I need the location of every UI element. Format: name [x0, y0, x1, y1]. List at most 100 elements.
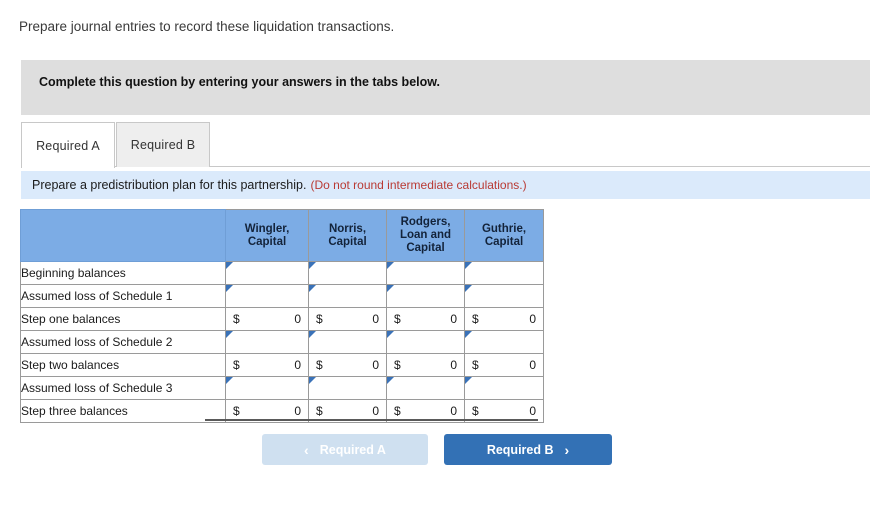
cell-marker-icon: [226, 262, 233, 269]
row-label: Step three balances: [20, 399, 226, 423]
table-row: Assumed loss of Schedule 1: [20, 284, 544, 308]
currency-symbol: $: [472, 404, 479, 418]
table-row: Step one balances $0 $0 $0 $0: [20, 307, 544, 331]
currency-symbol: $: [233, 404, 240, 418]
cell-value: 0: [529, 358, 536, 372]
cell-value: 0: [294, 312, 301, 326]
cell-value: 0: [372, 404, 379, 418]
requirement-text: Prepare a predistribution plan for this …: [32, 178, 307, 192]
answer-input-cell[interactable]: [225, 261, 309, 285]
currency-symbol: $: [394, 312, 401, 326]
answer-input-cell[interactable]: [464, 284, 544, 308]
cell-value: 0: [372, 312, 379, 326]
tab-required-b[interactable]: Required B: [116, 122, 210, 167]
requirement-bar: Prepare a predistribution plan for this …: [21, 171, 870, 199]
cell-marker-icon: [226, 285, 233, 292]
tab-required-b-label: Required B: [130, 138, 196, 152]
currency-symbol: $: [394, 358, 401, 372]
cell-value: 0: [529, 312, 536, 326]
currency-symbol: $: [472, 358, 479, 372]
computed-value-cell: $0: [464, 353, 544, 377]
currency-symbol: $: [233, 312, 240, 326]
table-row: Step two balances $0 $0 $0 $0: [20, 353, 544, 377]
cell-value: 0: [294, 404, 301, 418]
prev-required-a-button[interactable]: ‹ Required A: [262, 434, 428, 465]
next-required-b-button[interactable]: Required B ›: [444, 434, 612, 465]
table-header-norris: Norris, Capital: [308, 209, 387, 262]
computed-value-cell: $0: [308, 353, 387, 377]
next-button-label: Required B: [486, 442, 554, 457]
navigation-buttons: ‹ Required A Required B ›: [262, 434, 612, 465]
cell-marker-icon: [309, 331, 316, 338]
computed-value-cell: $0: [386, 307, 465, 331]
answer-input-cell[interactable]: [464, 330, 544, 354]
table-row: Assumed loss of Schedule 3: [20, 376, 544, 400]
cell-marker-icon: [226, 331, 233, 338]
row-label: Assumed loss of Schedule 3: [20, 376, 226, 400]
currency-symbol: $: [316, 404, 323, 418]
table-header-wingler: Wingler, Capital: [225, 209, 309, 262]
cell-marker-icon: [387, 262, 394, 269]
answer-input-cell[interactable]: [308, 261, 387, 285]
table-header-row: Wingler, Capital Norris, Capital Rodgers…: [20, 209, 544, 262]
tab-bar: Required A Required B: [0, 122, 870, 168]
answer-input-cell[interactable]: [386, 330, 465, 354]
table-head: Wingler, Capital Norris, Capital Rodgers…: [20, 209, 544, 262]
answer-input-cell[interactable]: [225, 330, 309, 354]
chevron-right-icon: ›: [564, 441, 570, 458]
row-label: Assumed loss of Schedule 2: [20, 330, 226, 354]
currency-symbol: $: [472, 312, 479, 326]
answer-table-container: Wingler, Capital Norris, Capital Rodgers…: [20, 209, 544, 423]
currency-symbol: $: [394, 404, 401, 418]
cell-marker-icon: [387, 377, 394, 384]
answer-input-cell[interactable]: [386, 261, 465, 285]
tab-required-a[interactable]: Required A: [21, 122, 115, 168]
cell-marker-icon: [465, 331, 472, 338]
cell-marker-icon: [309, 285, 316, 292]
computed-value-cell: $0: [225, 307, 309, 331]
currency-symbol: $: [316, 358, 323, 372]
answer-input-cell[interactable]: [464, 376, 544, 400]
cell-value: 0: [294, 358, 301, 372]
row-label: Step one balances: [20, 307, 226, 331]
cell-marker-icon: [387, 285, 394, 292]
requirement-note: (Do not round intermediate calculations.…: [310, 178, 527, 192]
tab-required-a-label: Required A: [36, 138, 100, 153]
table-header-rodgers: Rodgers, Loan and Capital: [386, 209, 465, 262]
cell-value: 0: [450, 404, 457, 418]
table-row: Assumed loss of Schedule 2: [20, 330, 544, 354]
cell-value: 0: [372, 358, 379, 372]
row-label: Assumed loss of Schedule 1: [20, 284, 226, 308]
currency-symbol: $: [316, 312, 323, 326]
answer-input-cell[interactable]: [308, 330, 387, 354]
answer-input-cell[interactable]: [386, 376, 465, 400]
computed-value-cell: $0: [386, 353, 465, 377]
answer-input-cell[interactable]: [225, 376, 309, 400]
table-row: Beginning balances: [20, 261, 544, 285]
instruction-callout: Complete this question by entering your …: [21, 60, 870, 115]
question-intro-text: Prepare journal entries to record these …: [19, 19, 395, 34]
answer-input-cell[interactable]: [386, 284, 465, 308]
row-label: Beginning balances: [20, 261, 226, 285]
cell-value: 0: [450, 358, 457, 372]
instruction-callout-text: Complete this question by entering your …: [39, 75, 440, 89]
cell-marker-icon: [465, 377, 472, 384]
cell-marker-icon: [309, 377, 316, 384]
cell-marker-icon: [465, 285, 472, 292]
answer-input-cell[interactable]: [225, 284, 309, 308]
cell-value: 0: [529, 404, 536, 418]
table-total-double-rule: [205, 419, 538, 421]
computed-value-cell: $0: [464, 307, 544, 331]
table-body: Beginning balances Assumed loss of Schedu…: [20, 261, 544, 423]
computed-value-cell: $0: [225, 353, 309, 377]
answer-input-cell[interactable]: [308, 376, 387, 400]
computed-value-cell: $0: [308, 307, 387, 331]
table-header-blank: [20, 209, 226, 262]
answer-input-cell[interactable]: [308, 284, 387, 308]
predistribution-plan-table: Wingler, Capital Norris, Capital Rodgers…: [20, 209, 544, 423]
chevron-left-icon: ‹: [304, 441, 309, 458]
answer-input-cell[interactable]: [464, 261, 544, 285]
table-header-guthrie: Guthrie, Capital: [464, 209, 544, 262]
row-label: Step two balances: [20, 353, 226, 377]
cell-marker-icon: [465, 262, 472, 269]
